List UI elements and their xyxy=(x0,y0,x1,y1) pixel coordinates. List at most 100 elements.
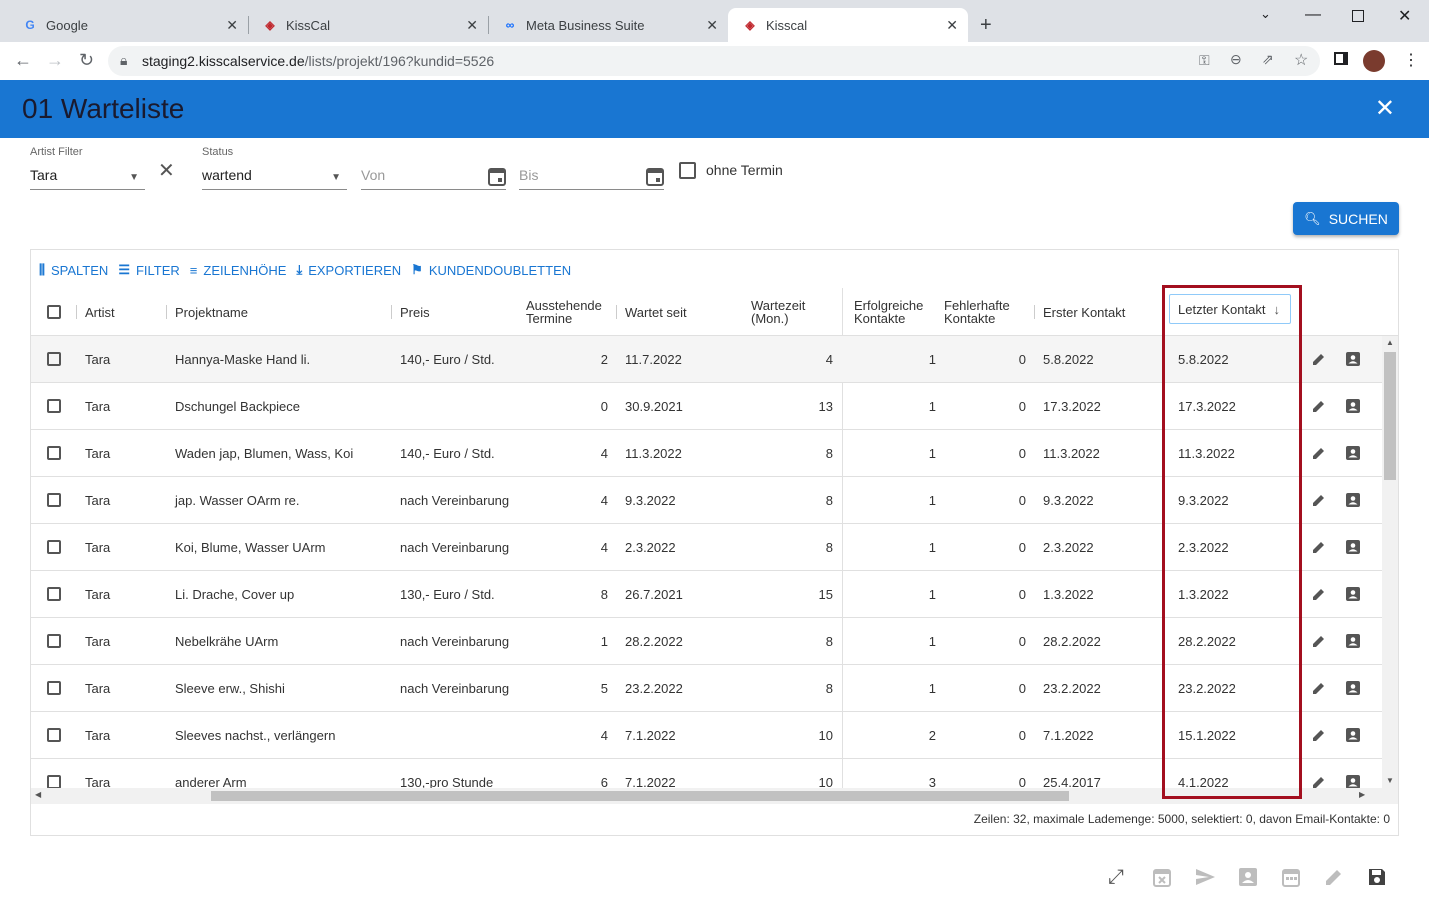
contact-card-icon[interactable] xyxy=(1345,477,1361,523)
close-icon[interactable]: ✕ xyxy=(706,17,718,34)
tab-search-icon[interactable]: ⌄ xyxy=(1260,6,1271,22)
columns-label: SPALTEN xyxy=(50,262,109,278)
row-checkbox[interactable] xyxy=(47,712,61,758)
scroll-up-icon[interactable]: ▲ xyxy=(1386,338,1394,347)
zoom-icon[interactable]: ⊖ xyxy=(1230,51,1242,68)
header-artist[interactable]: Artist xyxy=(85,288,115,336)
scroll-left-icon[interactable]: ◀ xyxy=(35,790,41,799)
edit-icon[interactable] xyxy=(1311,524,1327,570)
lock-icon[interactable]: 🔒︎ xyxy=(120,52,127,69)
row-checkbox[interactable] xyxy=(47,618,61,664)
contact-card-icon[interactable] xyxy=(1345,712,1361,758)
tab-google[interactable]: G Google ✕ xyxy=(8,8,248,42)
row-checkbox[interactable] xyxy=(47,759,61,788)
row-checkbox[interactable] xyxy=(47,430,61,476)
close-icon[interactable]: ✕ xyxy=(226,17,238,34)
row-checkbox[interactable] xyxy=(47,336,61,382)
menu-dots-icon[interactable]: ⋮ xyxy=(1403,50,1419,70)
fullscreen-icon[interactable]: ⤢ xyxy=(1108,866,1130,888)
back-icon[interactable]: ← xyxy=(14,50,32,71)
artist-filter-select[interactable]: Artist Filter Tara ▼ xyxy=(30,146,145,190)
edit-icon[interactable] xyxy=(1311,665,1327,711)
header-line: Kontakte xyxy=(854,311,906,326)
status-select[interactable]: Status wartend ▼ xyxy=(202,146,347,190)
calendar-icon[interactable] xyxy=(1280,866,1302,888)
row-checkbox[interactable] xyxy=(47,524,61,570)
side-panel-icon[interactable] xyxy=(1334,52,1348,65)
forward-icon[interactable]: → xyxy=(46,50,64,71)
calendar-icon[interactable] xyxy=(488,166,506,186)
contact-card-icon[interactable] xyxy=(1345,336,1361,382)
close-icon[interactable]: ✕ xyxy=(466,17,478,34)
search-button[interactable]: 🔍︎ SUCHEN xyxy=(1293,202,1399,235)
calendar-x-icon[interactable] xyxy=(1151,866,1173,888)
edit-icon[interactable] xyxy=(1311,618,1327,664)
save-icon[interactable] xyxy=(1366,866,1388,888)
window-close-icon[interactable]: ✕ xyxy=(1398,6,1411,26)
contact-card-icon[interactable] xyxy=(1345,383,1361,429)
header-erster-kontakt[interactable]: Erster Kontakt xyxy=(1043,288,1125,336)
avatar[interactable] xyxy=(1363,50,1385,72)
close-icon[interactable]: ✕ xyxy=(946,17,958,34)
reload-icon[interactable]: ↻ xyxy=(79,50,94,71)
header-ausstehende-termine[interactable]: Ausstehende Termine xyxy=(526,288,602,336)
edit-icon[interactable] xyxy=(1311,336,1327,382)
edit-icon[interactable] xyxy=(1311,759,1327,788)
header-wartet-seit[interactable]: Wartet seit xyxy=(625,288,687,336)
export-button[interactable]: ⤓ EXPORTIEREN xyxy=(296,262,401,278)
bis-date-input[interactable]: Bis xyxy=(519,166,664,190)
star-icon[interactable]: ☆ xyxy=(1294,50,1308,70)
tab-kisscal-active[interactable]: ◈ Kisscal ✕ xyxy=(728,8,968,42)
key-icon[interactable]: ⚿ xyxy=(1199,52,1210,69)
edit-icon[interactable] xyxy=(1311,383,1327,429)
contact-card-icon[interactable] xyxy=(1345,571,1361,617)
edit-icon[interactable] xyxy=(1311,571,1327,617)
contact-card-icon[interactable] xyxy=(1345,618,1361,664)
row-checkbox[interactable] xyxy=(47,383,61,429)
maximize-icon[interactable] xyxy=(1352,10,1364,22)
header-projektname[interactable]: Projektname xyxy=(175,288,248,336)
vertical-scrollbar[interactable]: ▲ ▼ xyxy=(1382,336,1398,788)
header-erfolgreiche-kontakte[interactable]: Erfolgreiche Kontakte xyxy=(854,288,923,336)
url-bar[interactable]: staging2.kisscalservice.de/lists/projekt… xyxy=(108,46,1320,76)
scroll-right-icon[interactable]: ▶ xyxy=(1359,790,1365,799)
filter-button[interactable]: ☰ FILTER xyxy=(118,262,179,278)
edit-icon[interactable] xyxy=(1311,430,1327,476)
scrollbar-thumb[interactable] xyxy=(1384,352,1396,480)
row-checkbox[interactable] xyxy=(47,665,61,711)
clear-filter-icon[interactable]: ✕ xyxy=(158,158,175,183)
tab-meta[interactable]: ∞ Meta Business Suite ✕ xyxy=(488,8,728,42)
density-button[interactable]: ≡ ZEILENHÖHE xyxy=(190,262,287,278)
von-date-input[interactable]: Von xyxy=(361,166,506,190)
send-icon[interactable] xyxy=(1194,866,1216,888)
header-wartezeit[interactable]: Wartezeit (Mon.) xyxy=(751,288,805,336)
scroll-down-icon[interactable]: ▼ xyxy=(1386,776,1394,785)
edit-icon[interactable] xyxy=(1311,712,1327,758)
tab-kisscal[interactable]: ◈ KissCal ✕ xyxy=(248,8,488,42)
header-preis[interactable]: Preis xyxy=(400,288,430,336)
row-checkbox[interactable] xyxy=(47,571,61,617)
contact-card-icon[interactable] xyxy=(1345,524,1361,570)
row-checkbox[interactable] xyxy=(47,477,61,523)
select-all-checkbox[interactable] xyxy=(47,288,61,336)
cell-termine: 0 xyxy=(600,398,608,414)
new-tab-button[interactable]: + xyxy=(980,14,992,37)
contact-card-icon[interactable] xyxy=(1345,430,1361,476)
header-fehlerhafte-kontakte[interactable]: Fehlerhafte Kontakte xyxy=(944,288,1010,336)
scrollbar-thumb[interactable] xyxy=(211,791,1069,801)
calendar-icon[interactable] xyxy=(646,166,664,186)
columns-button[interactable]: ⫼ SPALTEN xyxy=(39,262,108,278)
pencil-icon[interactable] xyxy=(1323,866,1345,888)
ohne-termin-checkbox[interactable] xyxy=(679,162,696,179)
contact-card-icon[interactable] xyxy=(1345,759,1361,788)
contact-icon[interactable] xyxy=(1237,866,1259,888)
duplicates-button[interactable]: ⚑ KUNDENDOUBLETTEN xyxy=(411,262,571,278)
close-icon[interactable]: ✕ xyxy=(1375,94,1395,123)
minimize-icon[interactable]: — xyxy=(1305,6,1321,24)
cell-erster-kontakt: 17.3.2022 xyxy=(1043,398,1101,414)
cell-erster-kontakt: 23.2.2022 xyxy=(1043,680,1101,696)
contact-card-icon[interactable] xyxy=(1345,665,1361,711)
artist-filter-value: Tara xyxy=(30,167,58,183)
share-icon[interactable]: ⇗ xyxy=(1262,51,1274,68)
edit-icon[interactable] xyxy=(1311,477,1327,523)
